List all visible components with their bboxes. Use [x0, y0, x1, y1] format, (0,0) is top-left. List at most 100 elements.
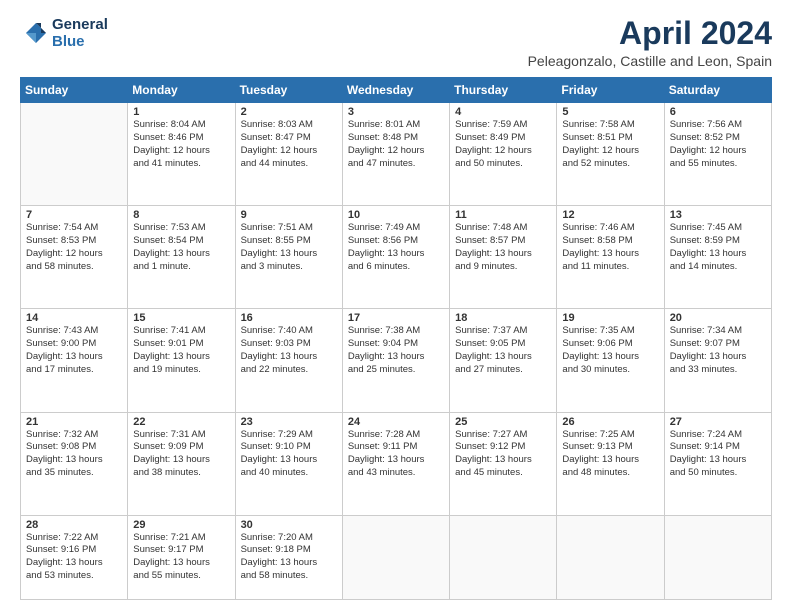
day-number: 18	[455, 312, 551, 324]
day-info: Sunrise: 7:28 AM Sunset: 9:11 PM Dayligh…	[348, 429, 444, 480]
day-info: Sunrise: 7:41 AM Sunset: 9:01 PM Dayligh…	[133, 325, 229, 376]
main-title: April 2024	[528, 16, 772, 51]
day-info: Sunrise: 7:40 AM Sunset: 9:03 PM Dayligh…	[241, 325, 337, 376]
day-number: 21	[26, 416, 122, 428]
calendar-cell: 15Sunrise: 7:41 AM Sunset: 9:01 PM Dayli…	[128, 309, 235, 412]
calendar-header-row: SundayMondayTuesdayWednesdayThursdayFrid…	[21, 78, 772, 103]
day-info: Sunrise: 7:27 AM Sunset: 9:12 PM Dayligh…	[455, 429, 551, 480]
logo-icon	[20, 19, 48, 47]
day-number: 6	[670, 106, 766, 118]
calendar-cell: 22Sunrise: 7:31 AM Sunset: 9:09 PM Dayli…	[128, 412, 235, 515]
day-number: 5	[562, 106, 658, 118]
calendar-cell: 9Sunrise: 7:51 AM Sunset: 8:55 PM Daylig…	[235, 206, 342, 309]
day-info: Sunrise: 7:59 AM Sunset: 8:49 PM Dayligh…	[455, 119, 551, 170]
calendar-cell: 6Sunrise: 7:56 AM Sunset: 8:52 PM Daylig…	[664, 103, 771, 206]
day-info: Sunrise: 7:48 AM Sunset: 8:57 PM Dayligh…	[455, 222, 551, 273]
calendar-cell: 20Sunrise: 7:34 AM Sunset: 9:07 PM Dayli…	[664, 309, 771, 412]
day-info: Sunrise: 7:56 AM Sunset: 8:52 PM Dayligh…	[670, 119, 766, 170]
day-number: 19	[562, 312, 658, 324]
day-number: 15	[133, 312, 229, 324]
calendar-header-saturday: Saturday	[664, 78, 771, 103]
day-info: Sunrise: 7:32 AM Sunset: 9:08 PM Dayligh…	[26, 429, 122, 480]
day-number: 30	[241, 519, 337, 531]
calendar-header-monday: Monday	[128, 78, 235, 103]
day-number: 26	[562, 416, 658, 428]
calendar-cell: 23Sunrise: 7:29 AM Sunset: 9:10 PM Dayli…	[235, 412, 342, 515]
day-number: 24	[348, 416, 444, 428]
calendar-cell: 5Sunrise: 7:58 AM Sunset: 8:51 PM Daylig…	[557, 103, 664, 206]
day-info: Sunrise: 7:31 AM Sunset: 9:09 PM Dayligh…	[133, 429, 229, 480]
day-info: Sunrise: 8:03 AM Sunset: 8:47 PM Dayligh…	[241, 119, 337, 170]
calendar-cell: 7Sunrise: 7:54 AM Sunset: 8:53 PM Daylig…	[21, 206, 128, 309]
calendar-cell: 8Sunrise: 7:53 AM Sunset: 8:54 PM Daylig…	[128, 206, 235, 309]
calendar-week-4: 21Sunrise: 7:32 AM Sunset: 9:08 PM Dayli…	[21, 412, 772, 515]
day-info: Sunrise: 7:54 AM Sunset: 8:53 PM Dayligh…	[26, 222, 122, 273]
calendar-header-wednesday: Wednesday	[342, 78, 449, 103]
day-number: 27	[670, 416, 766, 428]
logo-text: General Blue	[52, 16, 108, 51]
calendar-cell: 16Sunrise: 7:40 AM Sunset: 9:03 PM Dayli…	[235, 309, 342, 412]
day-info: Sunrise: 7:38 AM Sunset: 9:04 PM Dayligh…	[348, 325, 444, 376]
header: General Blue April 2024 Peleagonzalo, Ca…	[20, 16, 772, 69]
calendar-cell: 14Sunrise: 7:43 AM Sunset: 9:00 PM Dayli…	[21, 309, 128, 412]
day-number: 12	[562, 209, 658, 221]
day-number: 29	[133, 519, 229, 531]
calendar-week-1: 1Sunrise: 8:04 AM Sunset: 8:46 PM Daylig…	[21, 103, 772, 206]
calendar-cell: 2Sunrise: 8:03 AM Sunset: 8:47 PM Daylig…	[235, 103, 342, 206]
subtitle: Peleagonzalo, Castille and Leon, Spain	[528, 53, 772, 69]
day-info: Sunrise: 7:21 AM Sunset: 9:17 PM Dayligh…	[133, 532, 229, 583]
day-number: 16	[241, 312, 337, 324]
day-info: Sunrise: 7:46 AM Sunset: 8:58 PM Dayligh…	[562, 222, 658, 273]
calendar-cell: 12Sunrise: 7:46 AM Sunset: 8:58 PM Dayli…	[557, 206, 664, 309]
calendar-header-tuesday: Tuesday	[235, 78, 342, 103]
day-number: 1	[133, 106, 229, 118]
calendar-header-sunday: Sunday	[21, 78, 128, 103]
logo: General Blue	[20, 16, 108, 51]
calendar-week-2: 7Sunrise: 7:54 AM Sunset: 8:53 PM Daylig…	[21, 206, 772, 309]
day-info: Sunrise: 7:51 AM Sunset: 8:55 PM Dayligh…	[241, 222, 337, 273]
calendar-cell: 28Sunrise: 7:22 AM Sunset: 9:16 PM Dayli…	[21, 515, 128, 599]
calendar-cell: 19Sunrise: 7:35 AM Sunset: 9:06 PM Dayli…	[557, 309, 664, 412]
calendar-cell: 11Sunrise: 7:48 AM Sunset: 8:57 PM Dayli…	[450, 206, 557, 309]
day-number: 4	[455, 106, 551, 118]
calendar-cell	[557, 515, 664, 599]
calendar-cell: 27Sunrise: 7:24 AM Sunset: 9:14 PM Dayli…	[664, 412, 771, 515]
day-number: 10	[348, 209, 444, 221]
page: General Blue April 2024 Peleagonzalo, Ca…	[0, 0, 792, 612]
day-number: 20	[670, 312, 766, 324]
day-info: Sunrise: 7:58 AM Sunset: 8:51 PM Dayligh…	[562, 119, 658, 170]
day-info: Sunrise: 7:24 AM Sunset: 9:14 PM Dayligh…	[670, 429, 766, 480]
day-number: 22	[133, 416, 229, 428]
day-number: 2	[241, 106, 337, 118]
calendar-cell: 13Sunrise: 7:45 AM Sunset: 8:59 PM Dayli…	[664, 206, 771, 309]
calendar-cell	[21, 103, 128, 206]
day-info: Sunrise: 7:37 AM Sunset: 9:05 PM Dayligh…	[455, 325, 551, 376]
calendar-cell: 1Sunrise: 8:04 AM Sunset: 8:46 PM Daylig…	[128, 103, 235, 206]
calendar-table: SundayMondayTuesdayWednesdayThursdayFrid…	[20, 77, 772, 600]
calendar-cell: 3Sunrise: 8:01 AM Sunset: 8:48 PM Daylig…	[342, 103, 449, 206]
title-block: April 2024 Peleagonzalo, Castille and Le…	[528, 16, 772, 69]
calendar-header-friday: Friday	[557, 78, 664, 103]
day-info: Sunrise: 8:01 AM Sunset: 8:48 PM Dayligh…	[348, 119, 444, 170]
calendar-cell: 29Sunrise: 7:21 AM Sunset: 9:17 PM Dayli…	[128, 515, 235, 599]
day-number: 11	[455, 209, 551, 221]
day-info: Sunrise: 7:34 AM Sunset: 9:07 PM Dayligh…	[670, 325, 766, 376]
calendar-week-5: 28Sunrise: 7:22 AM Sunset: 9:16 PM Dayli…	[21, 515, 772, 599]
calendar-cell: 24Sunrise: 7:28 AM Sunset: 9:11 PM Dayli…	[342, 412, 449, 515]
day-number: 9	[241, 209, 337, 221]
calendar-cell	[342, 515, 449, 599]
calendar-cell: 4Sunrise: 7:59 AM Sunset: 8:49 PM Daylig…	[450, 103, 557, 206]
calendar-cell: 30Sunrise: 7:20 AM Sunset: 9:18 PM Dayli…	[235, 515, 342, 599]
calendar-cell: 18Sunrise: 7:37 AM Sunset: 9:05 PM Dayli…	[450, 309, 557, 412]
calendar-cell	[664, 515, 771, 599]
day-info: Sunrise: 7:35 AM Sunset: 9:06 PM Dayligh…	[562, 325, 658, 376]
calendar-header-thursday: Thursday	[450, 78, 557, 103]
day-number: 7	[26, 209, 122, 221]
calendar-cell: 10Sunrise: 7:49 AM Sunset: 8:56 PM Dayli…	[342, 206, 449, 309]
day-info: Sunrise: 7:20 AM Sunset: 9:18 PM Dayligh…	[241, 532, 337, 583]
day-info: Sunrise: 7:45 AM Sunset: 8:59 PM Dayligh…	[670, 222, 766, 273]
calendar-cell: 25Sunrise: 7:27 AM Sunset: 9:12 PM Dayli…	[450, 412, 557, 515]
day-number: 28	[26, 519, 122, 531]
day-number: 17	[348, 312, 444, 324]
day-info: Sunrise: 7:22 AM Sunset: 9:16 PM Dayligh…	[26, 532, 122, 583]
